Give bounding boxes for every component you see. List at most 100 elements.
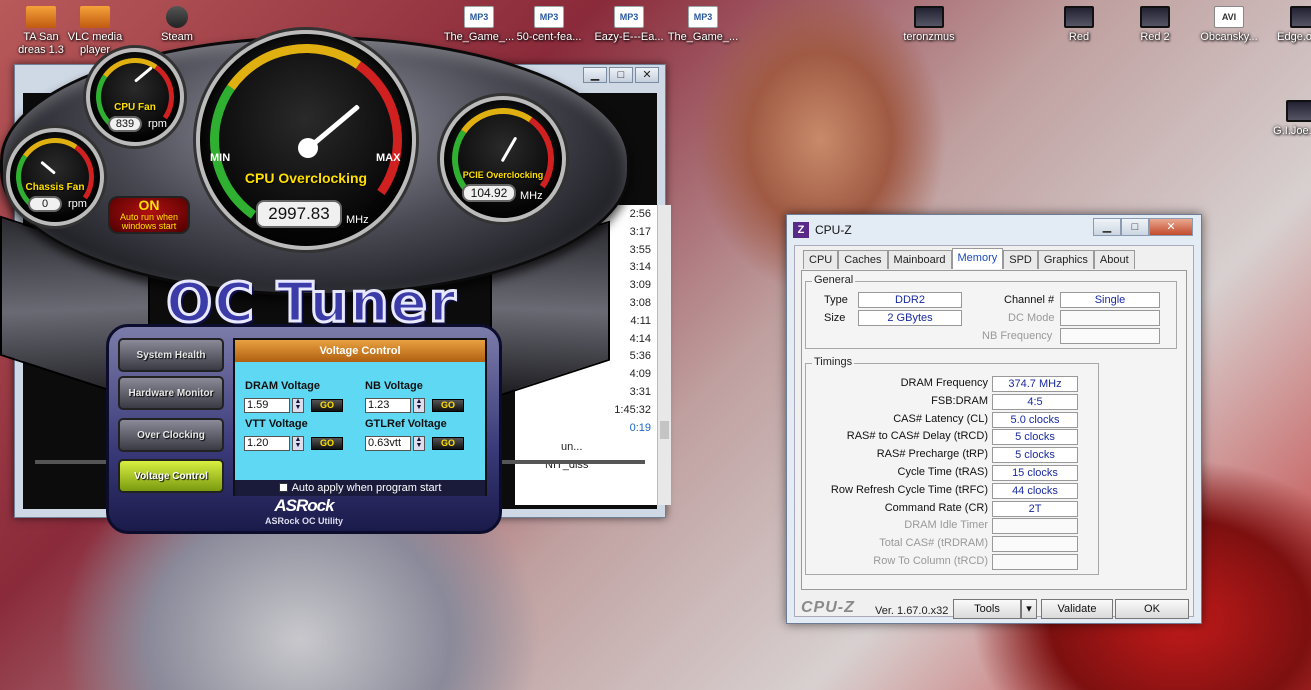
timing-value — [992, 554, 1078, 570]
close-button[interactable]: ✕ — [1149, 218, 1193, 236]
minimize-button[interactable]: ▁ — [1093, 218, 1121, 236]
cpuz-title: CPU-Z — [815, 223, 852, 237]
vtt-voltage-stepper[interactable]: ▲ ▼ — [292, 436, 304, 451]
gauge-min-label: MIN — [210, 152, 231, 164]
validate-button[interactable]: Validate — [1041, 599, 1113, 619]
memory-tab-pane: General Type DDR2 Size 2 GBytes Channel … — [801, 270, 1187, 590]
nav-voltage-control[interactable]: Voltage Control — [118, 459, 224, 493]
pcie-overclocking-gauge: PCIE Overclocking 104.92 MHz — [440, 96, 566, 222]
cpuz-footer-brand: CPU-Z — [801, 599, 855, 616]
desktop-icon[interactable]: G.I.Joe.R... — [1262, 100, 1311, 138]
cpuz-client: CPU Caches Mainboard Memory SPD Graphics About… — [794, 245, 1194, 617]
vtt-voltage-input[interactable]: 1.20 — [244, 436, 290, 451]
channel-label: Channel # — [1004, 294, 1055, 306]
tab-caches[interactable]: Caches — [838, 250, 888, 269]
pcie-overclocking-title: PCIE Overclocking — [462, 170, 544, 180]
desktop-icon-label: teronzmus — [903, 31, 955, 43]
tab-memory[interactable]: Memory — [951, 248, 1004, 269]
general-group-title: General — [812, 274, 856, 286]
dram-voltage-go-button[interactable]: GO — [311, 399, 343, 412]
audio-file-icon: MP3 — [688, 6, 718, 28]
dram-voltage-label: DRAM Voltage — [245, 380, 320, 392]
auto-apply-option[interactable]: Auto apply when program start — [235, 480, 485, 496]
ok-button[interactable]: OK — [1115, 599, 1189, 619]
timing-label: DRAM Frequency — [900, 377, 988, 389]
gtlref-voltage-input[interactable]: 0.63vtt — [365, 436, 411, 451]
vtt-voltage-label: VTT Voltage — [245, 418, 308, 430]
cpuz-version: Ver. 1.67.0.x32 — [875, 605, 949, 617]
nbfreq-label: NB Frequency — [982, 330, 1053, 342]
autorun-state: ON — [138, 197, 160, 213]
gtlref-voltage-go-button[interactable]: GO — [432, 437, 464, 450]
desktop-icon[interactable]: AVI Obcansky... — [1190, 6, 1268, 44]
timing-value — [992, 536, 1078, 553]
timing-value: 4:5 — [992, 393, 1078, 410]
asrock-logo: ASRock — [274, 496, 334, 515]
gtlref-voltage-stepper[interactable]: ▲ ▼ — [413, 436, 425, 451]
desktop-icon[interactable]: Red 2 — [1116, 6, 1194, 44]
gauge-hub — [298, 138, 318, 158]
tab-cpu[interactable]: CPU — [803, 250, 839, 269]
nav-hardware-monitor[interactable]: Hardware Monitor — [118, 376, 224, 410]
chassis-fan-value: 0 — [28, 196, 62, 212]
size-value: 2 GBytes — [858, 310, 962, 326]
scrollbar-thumb[interactable] — [660, 421, 669, 439]
cpuz-titlebar[interactable]: Z CPU-Z ▁ □ ✕ — [787, 215, 1201, 243]
chassis-fan-gauge: Chassis Fan 0 rpm — [6, 128, 104, 226]
general-group: General Type DDR2 Size 2 GBytes Channel … — [805, 274, 1177, 349]
pcie-frequency-value: 104.92 — [462, 184, 516, 202]
nb-voltage-stepper[interactable]: ▲ ▼ — [413, 398, 425, 413]
tab-graphics[interactable]: Graphics — [1037, 250, 1094, 269]
timing-value: 15 clocks — [992, 465, 1078, 481]
cpu-fan-gauge: CPU Fan 839 rpm — [86, 48, 184, 146]
dram-voltage-input[interactable]: 1.59 — [244, 398, 290, 413]
tools-button[interactable]: Tools — [953, 599, 1021, 619]
dram-voltage-stepper[interactable]: ▲ ▼ — [292, 398, 304, 413]
timings-group: Timings DRAM Frequency 374.7 MHz FSB:DRAM 4… — [805, 356, 1099, 575]
cpu-fan-value: 839 — [108, 116, 142, 132]
desktop-icon[interactable]: Edge.of.T... — [1266, 6, 1311, 44]
maximize-button[interactable]: □ — [1121, 218, 1149, 236]
nb-voltage-go-button[interactable]: GO — [432, 399, 464, 412]
type-value: DDR2 — [858, 292, 962, 308]
video-file-icon — [1140, 6, 1170, 28]
timing-value — [992, 518, 1078, 535]
auto-apply-label: Auto apply when program start — [291, 482, 442, 494]
nb-voltage-input[interactable]: 1.23 — [365, 398, 411, 413]
tab-spd[interactable]: SPD — [1003, 250, 1038, 269]
video-file-icon — [1064, 6, 1094, 28]
timing-label: RAS# to CAS# Delay (tRCD) — [846, 430, 988, 443]
desktop-icon[interactable]: teronzmus — [890, 6, 968, 44]
tools-dropdown-icon[interactable]: ▾ — [1021, 599, 1037, 619]
chassis-fan-unit: rpm — [68, 198, 87, 210]
vtt-voltage-go-button[interactable]: GO — [311, 437, 343, 450]
timing-label: Command Rate (CR) — [884, 501, 988, 514]
desktop-icon-label: Red 2 — [1140, 31, 1170, 43]
tab-mainboard[interactable]: Mainboard — [887, 250, 952, 269]
cpuz-window[interactable]: Z CPU-Z ▁ □ ✕ CPU Caches Mainboard Memory SP… — [786, 214, 1202, 624]
nav-system-health[interactable]: System Health — [118, 338, 224, 372]
auto-apply-checkbox[interactable] — [278, 483, 288, 492]
timing-label: Row To Column (tRCD) — [873, 555, 988, 567]
asrock-utility-name: ASRock OC Utility — [264, 516, 343, 526]
cpu-overclocking-title: CPU Overclocking — [244, 170, 368, 186]
desktop-icon[interactable]: Red — [1040, 6, 1118, 44]
timings-group-title: Timings — [812, 356, 855, 368]
timing-label: Total CAS# (tRDRAM) — [879, 537, 988, 550]
timing-value: 2T — [992, 500, 1078, 517]
desktop-icon-label: Edge.of.T... — [1277, 31, 1311, 43]
timing-label: CAS# Latency (CL) — [893, 412, 988, 425]
video-file-icon — [1286, 100, 1311, 122]
autorun-line2: windows start — [121, 221, 177, 231]
gauge-max-label: MAX — [376, 152, 401, 164]
cpu-overclocking-gauge: MIN MAX CPU Overclocking 2997.83 MHz — [194, 28, 418, 252]
autorun-toggle[interactable]: ON Auto run when windows start — [108, 196, 190, 234]
cpuz-tabs: CPU Caches Mainboard Memory SPD Graphics About — [803, 248, 1135, 269]
nav-over-clocking[interactable]: Over Clocking — [118, 418, 224, 452]
chassis-fan-title: Chassis Fan — [25, 182, 85, 193]
desktop-icon-label: Obcansky... — [1200, 31, 1258, 43]
desktop-icon[interactable]: MP3 The_Game_... — [664, 6, 742, 44]
channel-value: Single — [1060, 292, 1160, 308]
size-label: Size — [824, 312, 846, 324]
tab-about[interactable]: About — [1093, 250, 1135, 269]
